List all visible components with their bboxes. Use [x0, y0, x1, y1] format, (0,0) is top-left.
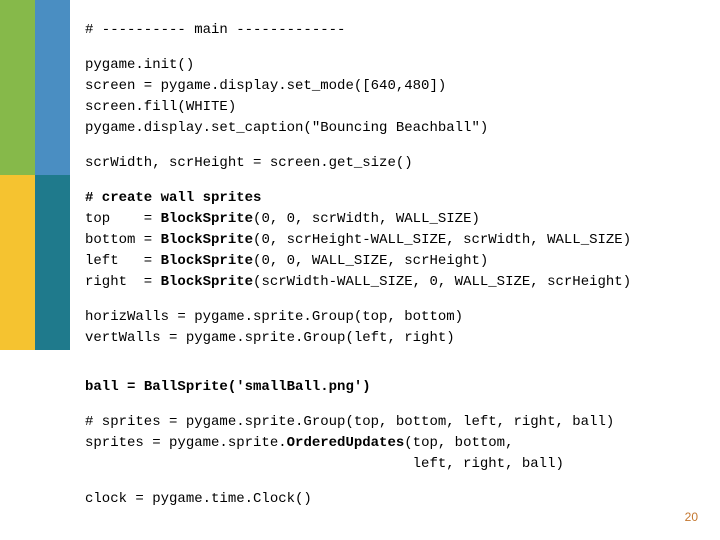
code-line: sprites = pygame.sprite.OrderedUpdates(t… [85, 433, 690, 454]
accent-stripe [35, 175, 70, 350]
code-line: ball = BallSprite('smallBall.png') [85, 377, 690, 398]
accent-stripe [0, 0, 35, 175]
code-line: pygame.init() [85, 55, 690, 76]
code-line: # sprites = pygame.sprite.Group(top, bot… [85, 412, 690, 433]
accent-stripe [0, 175, 35, 350]
code-line: screen = pygame.display.set_mode([640,48… [85, 76, 690, 97]
code-line: right = BlockSprite(scrWidth-WALL_SIZE, … [85, 272, 690, 293]
code-line: # ---------- main ------------- [85, 20, 690, 41]
page-number: 20 [685, 508, 698, 526]
code-line: top = BlockSprite(0, 0, scrWidth, WALL_S… [85, 209, 690, 230]
code-line: screen.fill(WHITE) [85, 97, 690, 118]
code-line: left = BlockSprite(0, 0, WALL_SIZE, scrH… [85, 251, 690, 272]
code-line: # create wall sprites [85, 188, 690, 209]
accent-stripe [35, 0, 70, 175]
code-line: bottom = BlockSprite(0, scrHeight-WALL_S… [85, 230, 690, 251]
code-line: clock = pygame.time.Clock() [85, 489, 690, 510]
code-line: left, right, ball) [85, 454, 690, 475]
slide-accent-sidebar [0, 0, 70, 540]
code-line: horizWalls = pygame.sprite.Group(top, bo… [85, 307, 690, 328]
code-line: pygame.display.set_caption("Bouncing Bea… [85, 118, 690, 139]
code-line: vertWalls = pygame.sprite.Group(left, ri… [85, 328, 690, 349]
code-line: scrWidth, scrHeight = screen.get_size() [85, 153, 690, 174]
code-block: # ---------- main ------------- pygame.i… [85, 20, 690, 510]
